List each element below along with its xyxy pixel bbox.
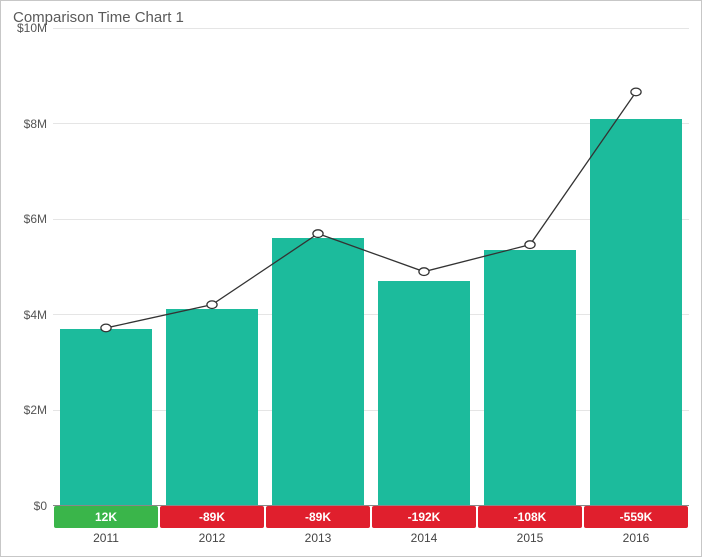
x-axis-labels: 201120122013201420152016 (53, 528, 689, 550)
x-tick-label: 2015 (477, 528, 583, 550)
x-tick-label: 2016 (583, 528, 689, 550)
y-tick-label: $4M (24, 308, 47, 322)
line-point (525, 241, 535, 249)
line-point (101, 324, 111, 332)
chart-body (53, 28, 689, 506)
delta-strip: -89K (160, 506, 264, 528)
delta-strip: -559K (584, 506, 688, 528)
y-axis: $0$2M$4M$6M$8M$10M (13, 28, 53, 506)
line-series (106, 92, 636, 328)
y-tick-label: $0 (34, 499, 47, 513)
line-point (631, 88, 641, 96)
x-tick-label: 2012 (159, 528, 265, 550)
delta-strip-row: 12K-89K-89K-192K-108K-559K (53, 506, 689, 528)
x-tick-label: 2011 (53, 528, 159, 550)
chart-card: Comparison Time Chart 1 $0 $2M $4M $6M $8M $1… (0, 0, 702, 557)
line-point (207, 301, 217, 309)
chart-title: Comparison Time Chart 1 (13, 9, 689, 26)
y-tick-label: $8M (24, 117, 47, 131)
y-tick-label: $2M (24, 403, 47, 417)
x-tick-label: 2013 (265, 528, 371, 550)
line-layer (53, 28, 689, 505)
delta-strip: -108K (478, 506, 582, 528)
delta-strip: -192K (372, 506, 476, 528)
line-point (419, 268, 429, 276)
x-tick-label: 2014 (371, 528, 477, 550)
delta-strip: -89K (266, 506, 370, 528)
y-tick-label: $6M (24, 212, 47, 226)
line-point (313, 230, 323, 238)
y-tick-label: $10M (17, 21, 47, 35)
delta-strip: 12K (54, 506, 158, 528)
plot-area: $0$2M$4M$6M$8M$10M (13, 28, 689, 506)
